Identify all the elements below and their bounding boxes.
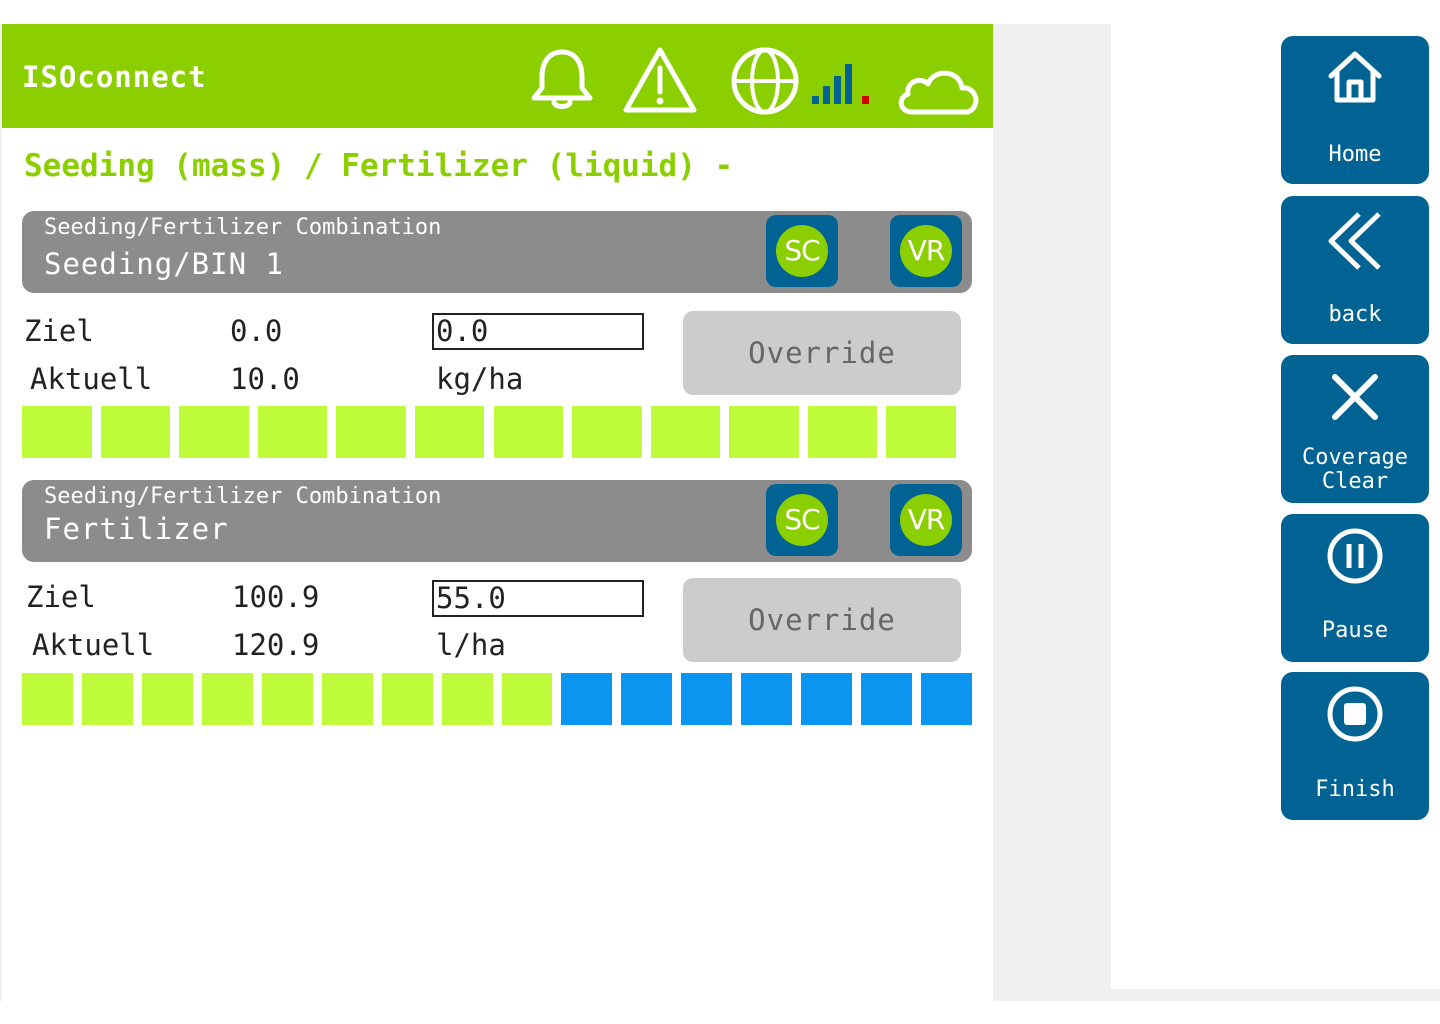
- section-indicator: [81, 673, 133, 725]
- section-indicator: [886, 406, 956, 458]
- sc-button[interactable]: SC: [766, 484, 838, 556]
- section-indicator: [621, 673, 673, 725]
- coverage-label: Coverage: [1302, 445, 1408, 470]
- vr-button[interactable]: VR: [890, 215, 962, 287]
- section-indicator: [572, 406, 642, 458]
- section-indicator: [141, 673, 193, 725]
- target-label: Ziel: [26, 580, 96, 614]
- section-name: Fertilizer: [44, 512, 229, 546]
- section-indicator: [729, 406, 799, 458]
- home-button[interactable]: Home: [1281, 36, 1429, 184]
- section-indicator: [561, 673, 613, 725]
- section-indicator: [22, 673, 73, 725]
- target-label: Ziel: [24, 314, 94, 348]
- finish-label: Finish: [1315, 777, 1395, 802]
- actual-value: 10.0: [230, 362, 300, 396]
- close-icon: [1332, 374, 1378, 420]
- coverage-clear-button[interactable]: Coverage Clear: [1281, 355, 1429, 503]
- section-indicator: [650, 406, 721, 458]
- pause-label: Pause: [1321, 618, 1389, 643]
- section-indicator: [179, 406, 249, 458]
- section-name: Seeding/BIN 1: [44, 247, 284, 281]
- section-indicator: [414, 406, 485, 458]
- section-indicator: [321, 673, 373, 725]
- section-indicator: [22, 406, 92, 458]
- pause-icon: [1327, 528, 1383, 584]
- section-indicator: [336, 406, 406, 458]
- sc-button[interactable]: SC: [766, 215, 838, 287]
- vr-button[interactable]: VR: [890, 484, 962, 556]
- section-indicator: [201, 673, 253, 725]
- signal-bars-icon: [812, 64, 869, 104]
- actual-value: 120.9: [232, 628, 320, 662]
- double-chevron-left-icon: [1328, 212, 1381, 270]
- stop-icon: [1327, 686, 1383, 742]
- section-subtitle: Seeding/Fertilizer Combination: [44, 215, 442, 240]
- actual-label: Aktuell: [32, 628, 155, 662]
- section-indicator: [441, 673, 493, 725]
- target-value: 0.0: [230, 314, 283, 348]
- divider-strip: [993, 24, 1111, 1001]
- clear-label: Clear: [1321, 469, 1389, 494]
- sidebar-footer-strip: [1111, 989, 1440, 1001]
- section-header-seeding: Seeding/Fertilizer Combination Seeding/B…: [22, 211, 972, 293]
- section-indicator: [741, 673, 793, 725]
- finish-button[interactable]: Finish: [1281, 672, 1429, 820]
- section-indicator: [381, 673, 433, 725]
- override-button[interactable]: Override: [683, 311, 961, 395]
- section-indicator: [100, 406, 171, 458]
- vr-label: VR: [900, 494, 952, 546]
- actual-label: Aktuell: [30, 362, 153, 396]
- cloud-icon[interactable]: [894, 62, 984, 118]
- rate-unit: l/ha: [436, 628, 506, 662]
- section-indicator: [807, 406, 878, 458]
- warning-icon[interactable]: [622, 44, 698, 114]
- section-header-fertilizer: Seeding/Fertilizer Combination Fertilize…: [22, 480, 972, 562]
- section-indicator: [261, 673, 313, 725]
- vr-label: VR: [900, 225, 952, 277]
- section-indicator: [257, 406, 328, 458]
- app-title: ISOconnect: [22, 60, 207, 94]
- sc-label: SC: [776, 494, 828, 546]
- section-indicator: [501, 673, 553, 725]
- rate-unit: kg/ha: [436, 362, 524, 396]
- section-indicator: [921, 673, 972, 725]
- bell-icon[interactable]: [528, 46, 596, 114]
- globe-icon[interactable]: [730, 46, 800, 116]
- back-label: back: [1328, 302, 1382, 327]
- sc-label: SC: [776, 225, 828, 277]
- page-title: Seeding (mass) / Fertilizer (liquid) -: [24, 148, 734, 184]
- section-indicator: [801, 673, 853, 725]
- home-label: Home: [1328, 142, 1382, 167]
- back-button[interactable]: back: [1281, 196, 1429, 344]
- pause-button[interactable]: Pause: [1281, 514, 1429, 662]
- override-button[interactable]: Override: [683, 578, 961, 662]
- target-value: 100.9: [232, 580, 320, 614]
- section-indicator: [493, 406, 564, 458]
- section-subtitle: Seeding/Fertilizer Combination: [44, 484, 442, 509]
- section-indicator: [681, 673, 733, 725]
- home-icon: [1328, 51, 1382, 103]
- section-indicator: [861, 673, 913, 725]
- target-rate-input[interactable]: 0.0: [432, 313, 644, 350]
- target-rate-input[interactable]: 55.0: [432, 580, 644, 617]
